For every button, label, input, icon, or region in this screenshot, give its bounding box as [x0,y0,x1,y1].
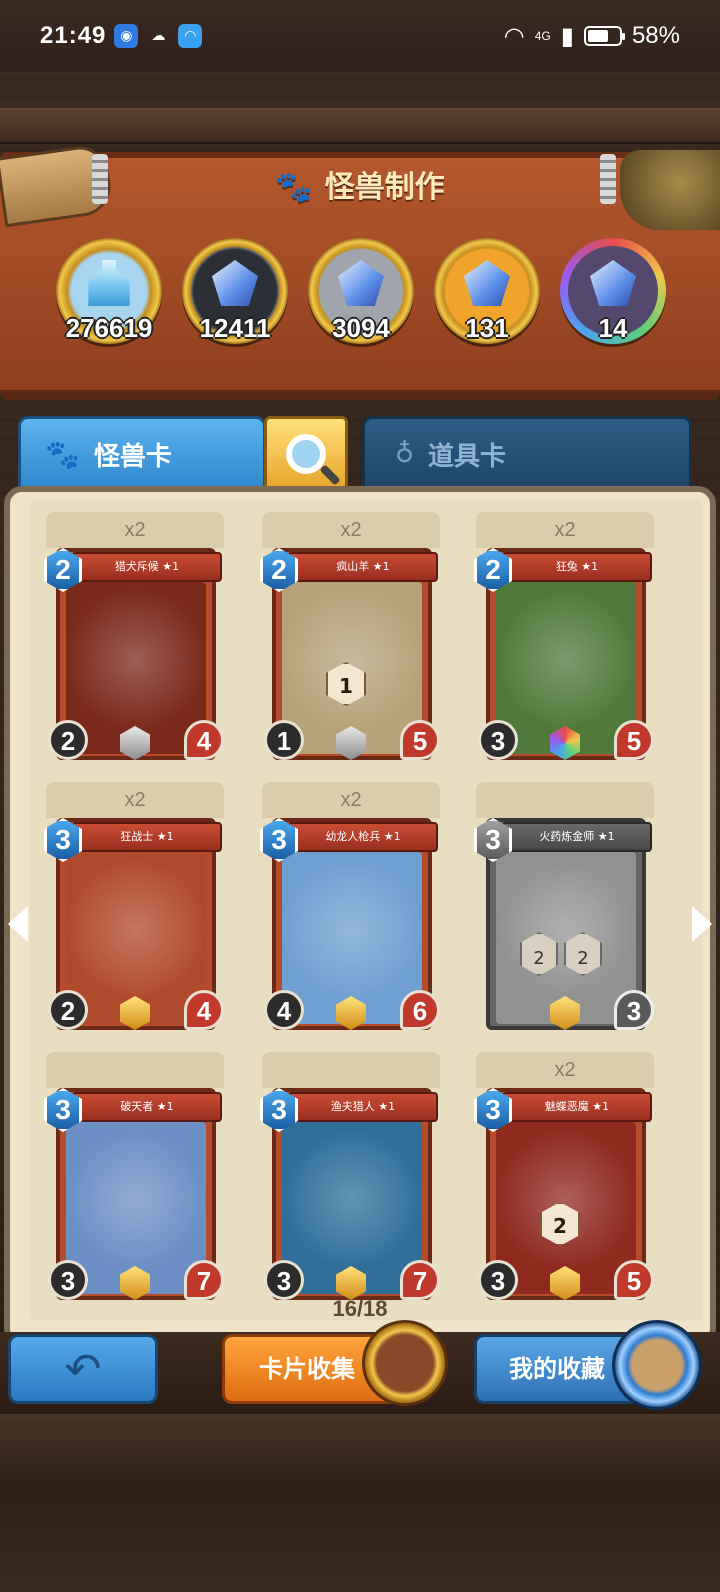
wifi-icon: ◠ [503,22,525,50]
card-name: 幼龙人枪兵 ★1 [288,822,438,852]
tab-item-cards[interactable]: ♁ 道具卡 [362,416,692,492]
magnifier-icon [286,434,326,474]
attack-stat: 1 [264,720,304,760]
currency-count: 276619 [65,313,153,343]
monster-card[interactable]: x2 幼龙人枪兵 ★1 3 4 6 [260,782,440,1042]
card-name: 破天者 ★1 [72,1092,222,1122]
page-indicator: 16/18 [332,1296,388,1321]
health-stat: 7 [184,1260,224,1300]
currency-count: 14 [598,313,628,343]
paw-icon: 🐾 [275,170,313,205]
duplicate-count: x2 [46,782,224,818]
health-stat: 5 [614,720,654,760]
status-bar: 21:49 ◉ ☁ ◠ ◠ 4G ▮ 58% [0,0,720,72]
gold-gem-icon[interactable]: 131 [434,238,540,344]
battery-percent: 58% [631,22,680,49]
health-stat: 5 [614,1260,654,1300]
back-button[interactable]: ↶ [8,1334,158,1404]
monster-card[interactable]: x2 疯山羊 ★1 2 1 1 5 [260,512,440,772]
duplicate-count [476,782,654,818]
monster-card[interactable]: 火药炼金师 ★1 3 2 2 3 [474,782,654,1042]
attack-stat: 3 [48,1260,88,1300]
paw-icon: 🐾 [45,437,80,471]
tab-label: 怪兽卡 [93,441,172,472]
health-stat: 5 [400,720,440,760]
my-collection-icon[interactable] [612,1320,702,1410]
top-beam [0,108,720,144]
wechat-icon: ☁ [151,28,166,44]
duplicate-count: x2 [476,1052,654,1088]
monster-card[interactable]: 渔夫猎人 ★1 3 3 7 [260,1052,440,1312]
prev-page-arrow-icon[interactable] [8,906,28,942]
currency-count: 131 [465,313,509,343]
attack-stat: 4 [264,990,304,1030]
duplicate-count: x2 [262,512,440,548]
health-stat: 7 [400,1260,440,1300]
attack-stat: 3 [478,720,518,760]
duplicate-count: x2 [46,512,224,548]
battery-icon [583,26,625,46]
duplicate-count [46,1052,224,1088]
health-stat: 4 [184,990,224,1030]
clock: 21:49 [40,22,107,49]
currency-row: 276619 12411 3094 131 14 [56,238,666,348]
rainbow-gem-icon[interactable]: 14 [560,238,666,344]
duplicate-count: x2 [262,782,440,818]
attack-stat: 3 [478,1260,518,1300]
dark-gem-icon[interactable]: 12411 [182,238,288,344]
monster-card[interactable]: x2 狂兔 ★1 2 3 5 [474,512,654,772]
card-name: 火药炼金师 ★1 [502,822,652,852]
next-page-arrow-icon[interactable] [692,906,712,942]
card-name: 狂兔 ★1 [502,552,652,582]
health-stat: 3 [614,990,654,1030]
attack-stat: 3 [264,1260,304,1300]
app-notification-icon: ◉ [114,24,139,48]
network-type: 4G [534,29,551,43]
tab-label: 道具卡 [428,441,507,472]
attack-stat: 2 [48,720,88,760]
potion-icon: ♁ [395,439,415,469]
card-name: 渔夫猎人 ★1 [288,1092,438,1122]
back-arrow-icon: ↶ [64,1343,102,1395]
card-name: 猎犬斥候 ★1 [72,552,222,582]
monster-card[interactable]: 破天者 ★1 3 3 7 [44,1052,224,1312]
tab-monster-cards[interactable]: 🐾 怪兽卡 [18,416,266,492]
card-name: 魅蝶恶魔 ★1 [502,1092,652,1122]
potion-bottle-icon[interactable]: 276619 [56,238,162,344]
search-button[interactable] [264,416,348,492]
currency-count: 12411 [199,313,271,343]
monster-card[interactable]: x2 猎犬斥候 ★1 2 2 4 [44,512,224,772]
card-collection-icon[interactable] [362,1320,448,1406]
health-stat: 6 [400,990,440,1030]
health-stat: 4 [184,720,224,760]
app-notification-icon-2: ◠ [178,24,203,48]
silver-gem-icon[interactable]: 3094 [308,238,414,344]
floor-decoration [0,1414,720,1592]
attack-stat: 2 [48,990,88,1030]
monster-card[interactable]: x2 狂战士 ★1 3 2 4 [44,782,224,1042]
currency-count: 3094 [332,313,390,343]
signal-icon: ▮ [560,22,574,50]
monster-card[interactable]: x2 魅蝶恶魔 ★1 3 2 3 5 [474,1052,654,1312]
card-name: 疯山羊 ★1 [288,552,438,582]
card-name: 狂战士 ★1 [72,822,222,852]
duplicate-count: x2 [476,512,654,548]
duplicate-count [262,1052,440,1088]
page-title: 🐾 怪兽制作 [275,170,445,205]
